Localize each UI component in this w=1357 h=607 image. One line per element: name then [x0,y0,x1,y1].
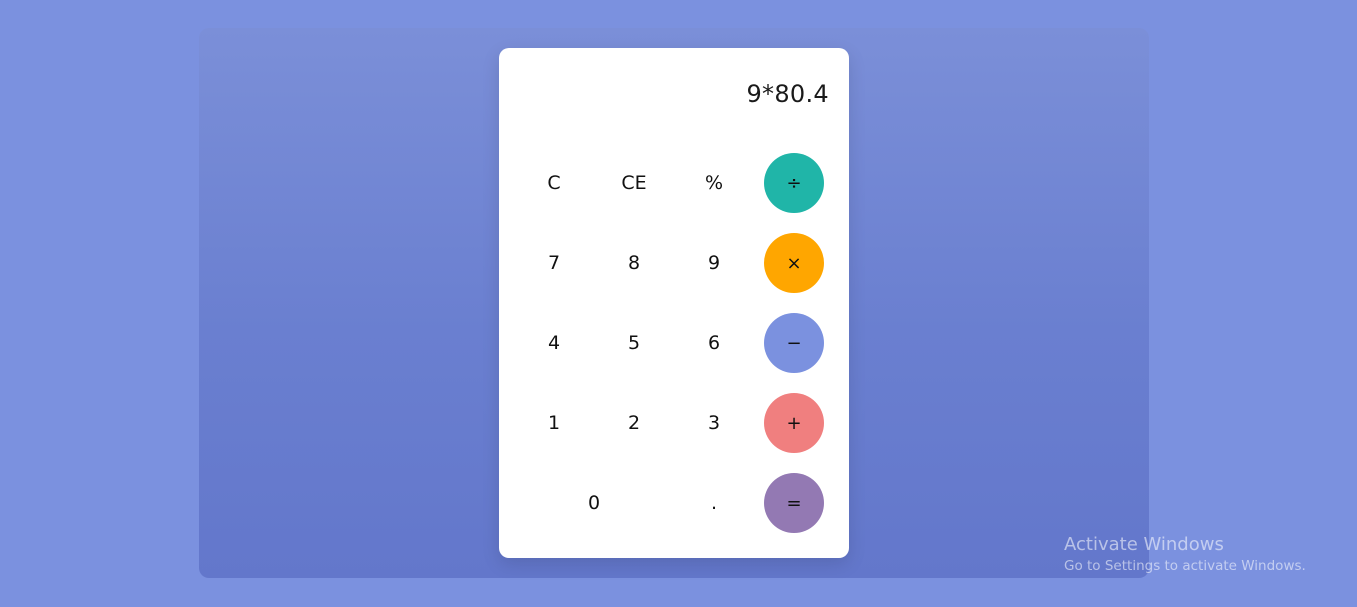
calculator-display: 9*80.4 [746,80,829,108]
divide-button[interactable]: ÷ [764,153,824,213]
multiply-button[interactable]: × [764,233,824,293]
add-button[interactable]: + [764,393,824,453]
subtract-button[interactable]: − [764,313,824,373]
percent-button[interactable]: % [684,153,744,213]
watermark-title: Activate Windows [1064,534,1224,555]
digit-6-button[interactable]: 6 [684,313,744,373]
digit-4-button[interactable]: 4 [524,313,584,373]
digit-2-button[interactable]: 2 [604,393,664,453]
digit-0-button[interactable]: 0 [524,473,664,533]
digit-7-button[interactable]: 7 [524,233,584,293]
calculator: 9*80.4 C CE % ÷ 7 8 9 × 4 5 6 − 1 2 3 + … [499,48,849,558]
digit-1-button[interactable]: 1 [524,393,584,453]
equals-button[interactable]: = [764,473,824,533]
watermark-subtitle: Go to Settings to activate Windows. [1064,558,1306,574]
activation-watermark: Activate Windows Go to Settings to activ… [1064,534,1306,574]
clear-entry-button[interactable]: CE [604,153,664,213]
digit-5-button[interactable]: 5 [604,313,664,373]
decimal-button[interactable]: . [684,473,744,533]
digit-8-button[interactable]: 8 [604,233,664,293]
digit-9-button[interactable]: 9 [684,233,744,293]
clear-button[interactable]: C [524,153,584,213]
digit-3-button[interactable]: 3 [684,393,744,453]
